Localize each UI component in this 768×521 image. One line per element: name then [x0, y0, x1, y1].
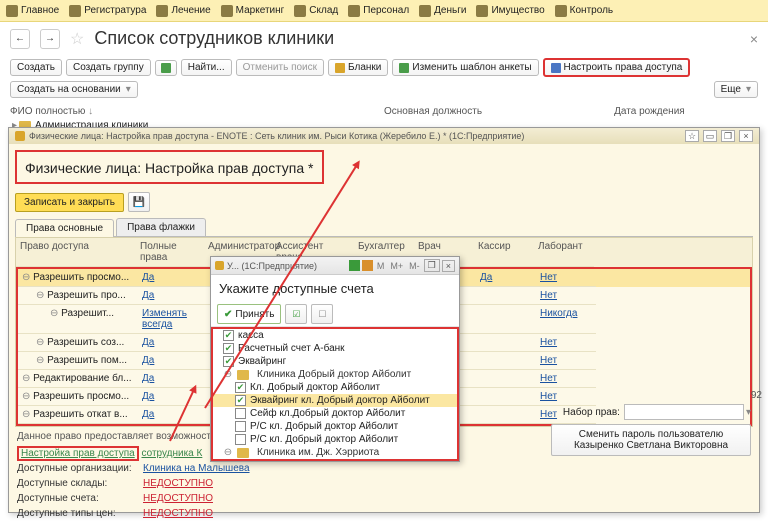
rights-heading: Физические лица: Настройка прав доступа … — [15, 150, 324, 184]
menu-item[interactable]: Лечение — [156, 5, 210, 17]
more-button[interactable]: Еще▾ — [714, 81, 758, 98]
menu-item[interactable]: Склад — [294, 5, 338, 17]
account-item[interactable]: ⊖Клиника Добрый доктор Айболит — [213, 368, 457, 381]
checkbox[interactable] — [235, 421, 246, 432]
account-item[interactable]: ✔Эквайринг кл. Добрый доктор Айболит — [213, 394, 457, 407]
m-button[interactable]: M — [375, 261, 387, 271]
checkbox[interactable]: ✔ — [235, 395, 246, 406]
menu-item[interactable]: Главное — [6, 5, 59, 17]
calc-icon[interactable] — [349, 260, 360, 271]
copy-button[interactable] — [155, 60, 177, 76]
pricetypes-link[interactable]: НЕДОСТУПНО — [143, 508, 213, 519]
account-item[interactable]: ✔Расчетный счет А-банк — [213, 342, 457, 355]
tabs: Права основные Права флажки — [15, 218, 753, 237]
orgs-link[interactable]: Клиника на Малышева — [143, 463, 250, 474]
account-item[interactable]: ✔Кл. Добрый доктор Айболит — [213, 381, 457, 394]
window-tool-icon[interactable]: ▭ — [703, 130, 717, 142]
edit-template-button[interactable]: Изменить шаблон анкеты — [392, 59, 538, 76]
accounts-heading: Укажите доступные счета — [211, 275, 459, 302]
nav-back-button[interactable]: ← — [10, 29, 30, 49]
create-button[interactable]: Создать — [10, 59, 62, 76]
accounts-link[interactable]: НЕДОСТУПНО — [143, 493, 213, 504]
favorite-icon[interactable]: ☆ — [70, 29, 84, 49]
checkbox[interactable]: ✔ — [223, 330, 234, 341]
account-item[interactable]: Р/С кл. Добрый доктор Айболит — [213, 433, 457, 446]
account-item[interactable]: ⊖Клиника им. Дж. Хэрриота — [213, 446, 457, 459]
tab-main-rights[interactable]: Права основные — [15, 219, 114, 237]
title-bar: ← → ☆ Список сотрудников клиники × — [0, 22, 768, 55]
checkbox[interactable]: ✔ — [235, 382, 246, 393]
main-menu: Главное Регистратура Лечение Маркетинг С… — [0, 0, 768, 22]
accounts-list: ✔касса✔Расчетный счет А-банк✔Эквайринг⊖К… — [211, 327, 459, 461]
save-close-button[interactable]: Записать и закрыть — [15, 193, 124, 212]
calendar-icon[interactable] — [362, 260, 373, 271]
tab-flag-rights[interactable]: Права флажки — [116, 218, 206, 236]
toolbar: Создать Создать группу Найти... Отменить… — [0, 55, 768, 104]
window-title-bar: Физические лица: Настройка прав доступа … — [9, 128, 759, 144]
checkbox[interactable]: ✔ — [223, 343, 234, 354]
window-close-icon[interactable]: × — [442, 260, 455, 272]
menu-item[interactable]: Имущество — [476, 5, 544, 17]
uncheck-all-button[interactable]: ☐ — [311, 304, 333, 324]
checkbox[interactable] — [235, 434, 246, 445]
menu-item[interactable]: Маркетинг — [221, 5, 285, 17]
window-min-icon[interactable]: ☆ — [685, 130, 699, 142]
change-password-button[interactable]: Сменить пароль пользователю Казыренко Св… — [551, 424, 751, 456]
warehouses-link[interactable]: НЕДОСТУПНО — [143, 478, 213, 489]
cancel-find-button[interactable]: Отменить поиск — [236, 59, 324, 76]
accounts-title-bar: У... (1С:Предприятие) M M+ M- ❐ × — [211, 257, 459, 275]
right-panel: Набор прав:▾ Сменить пароль пользователю… — [551, 404, 751, 456]
setup-rights-button[interactable]: Настроить права доступа — [543, 58, 691, 77]
check-all-button[interactable]: ☑ — [285, 304, 307, 324]
app-icon — [15, 131, 25, 141]
account-item[interactable]: Сейф кл.Добрый доктор Айболит — [213, 407, 457, 420]
menu-item[interactable]: Деньги — [419, 5, 466, 17]
window-close-icon[interactable]: × — [739, 130, 753, 142]
row-count: 92 — [751, 390, 762, 401]
accept-button[interactable]: ✔Принять — [217, 304, 281, 324]
menu-item[interactable]: Персонал — [348, 5, 409, 17]
forms-button[interactable]: Бланки — [328, 59, 388, 76]
window-max-icon[interactable]: ❐ — [721, 130, 735, 142]
save-button[interactable]: 💾 — [128, 192, 150, 212]
m-plus-button[interactable]: M+ — [388, 261, 405, 271]
account-item[interactable]: ✔Эквайринг — [213, 355, 457, 368]
menu-item[interactable]: Контроль — [555, 5, 613, 17]
create-from-button[interactable]: Создать на основании▾ — [10, 81, 138, 98]
page-title: Список сотрудников клиники — [94, 28, 334, 49]
accounts-window: У... (1С:Предприятие) M M+ M- ❐ × Укажит… — [210, 256, 460, 462]
app-icon — [215, 261, 224, 270]
find-button[interactable]: Найти... — [181, 59, 232, 76]
menu-item[interactable]: Регистратура — [69, 5, 146, 17]
close-icon[interactable]: × — [750, 31, 758, 47]
window-restore-icon[interactable]: ❐ — [424, 259, 440, 272]
preset-select[interactable] — [624, 404, 744, 420]
checkbox[interactable] — [235, 408, 246, 419]
account-item[interactable]: Р/С кл. Добрый доктор Айболит — [213, 420, 457, 433]
rights-setup-link[interactable]: Настройка прав доступа — [17, 446, 139, 461]
employee-link[interactable]: сотрудника К — [141, 448, 202, 459]
create-group-button[interactable]: Создать группу — [66, 59, 151, 76]
list-column-headers: ФИО полностью ↓ Основная должность Дата … — [0, 104, 768, 119]
nav-forward-button[interactable]: → — [40, 29, 60, 49]
m-minus-button[interactable]: M- — [407, 261, 422, 271]
